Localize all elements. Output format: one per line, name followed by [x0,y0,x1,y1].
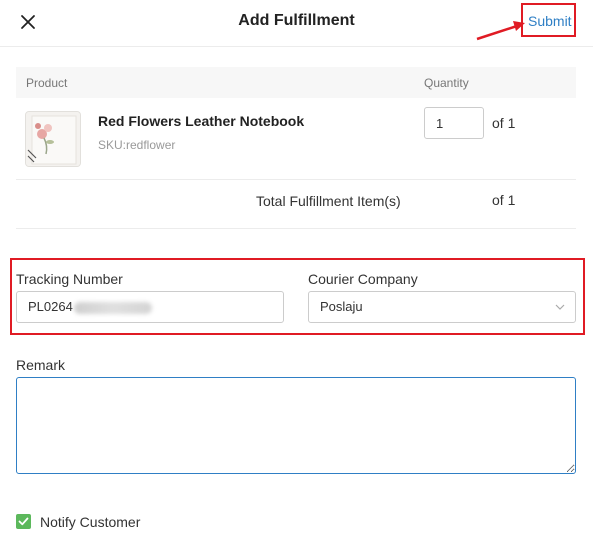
total-fulfillment-label: Total Fulfillment Item(s) [256,193,401,209]
table-header [16,67,576,98]
quantity-input[interactable] [424,107,484,139]
courier-company-label: Courier Company [308,271,418,287]
tracking-number-label: Tracking Number [16,271,123,287]
header-divider [0,46,593,47]
column-header-product: Product [26,76,68,90]
notify-customer-checkbox[interactable] [16,514,31,529]
remark-textarea[interactable] [16,377,576,474]
notify-customer-label: Notify Customer [40,514,141,530]
submit-button[interactable]: Submit [528,13,572,29]
total-of-value: of 1 [492,192,516,208]
product-thumbnail [25,111,81,167]
column-header-quantity: Quantity [424,76,469,90]
row-divider [16,179,576,180]
redacted-text [73,301,152,314]
row-divider [16,228,576,229]
courier-selected-value: Poslaju [320,299,363,314]
product-name: Red Flowers Leather Notebook [98,113,305,129]
notebook-flower-image-icon [26,112,80,166]
tracking-number-input[interactable]: PL0264 [16,291,284,323]
chevron-down-icon [555,304,565,310]
courier-company-select[interactable]: Poslaju [308,291,576,323]
product-sku: SKU:redflower [98,138,176,152]
tracking-number-value: PL0264 [28,299,73,314]
remark-label: Remark [16,357,66,373]
check-icon [18,517,29,526]
quantity-of-total: of 1 [492,115,516,131]
annotation-arrow-icon [476,21,525,41]
